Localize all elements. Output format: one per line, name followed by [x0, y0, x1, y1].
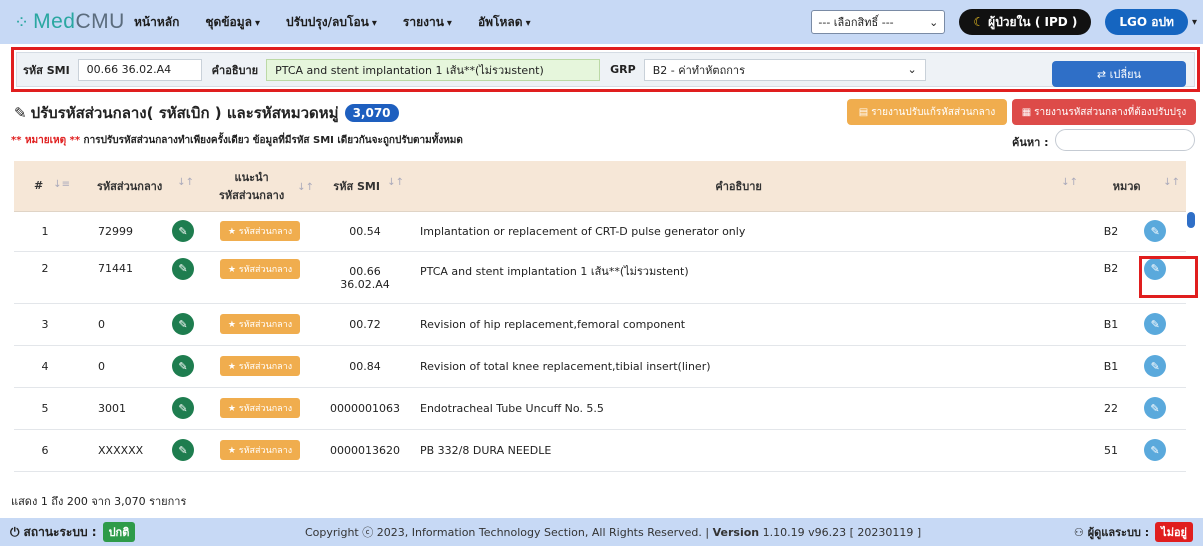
- col-smi[interactable]: รหัส SMI ↓↑: [320, 161, 410, 212]
- suggest-central-button[interactable]: ★ รหัสส่วนกลาง: [219, 356, 301, 376]
- grp-select[interactable]: B2 - ค่าทำหัตถการ ⌄: [643, 58, 926, 81]
- grp-label: GRP: [610, 63, 636, 76]
- admin-status: ⚇ ผู้ดูแลระบบ : ไม่อยู่: [1074, 522, 1193, 542]
- col-category[interactable]: หมวด ↓↑: [1084, 161, 1186, 212]
- search-label: ค้นหา :: [1012, 136, 1049, 149]
- table-row: 5 3001 ✎ ★ รหัสส่วนกลาง 0000001063 Endotr…: [14, 387, 1186, 430]
- smi-label: รหัส SMI: [23, 63, 70, 77]
- suggest-central-button[interactable]: ★ รหัสส่วนกลาง: [219, 440, 301, 460]
- users-icon: ⚇: [1073, 525, 1084, 539]
- chevron-down-icon: ▾: [371, 17, 377, 29]
- admin-badge: ไม่อยู่: [1155, 522, 1193, 542]
- edit-form-highlight: รหัส SMI 00.66 36.02.A4 คำอธิบาย PTCA an…: [11, 47, 1200, 92]
- sort-icon: ↓↑: [177, 176, 194, 188]
- chevron-down-icon: ▾: [255, 17, 261, 29]
- table-row: 6 XXXXXX ✎ ★ รหัสส่วนกลาง 0000013620 PB 3…: [14, 429, 1186, 472]
- change-button[interactable]: ⇄ เปลี่ยน: [1052, 61, 1186, 87]
- chart-icon: ▤: [858, 106, 869, 118]
- note-text: ** หมายเหตุ ** การปรับรหัสส่วนกลางทำเพีย…: [11, 135, 463, 146]
- col-desc[interactable]: คำอธิบาย ↓↑: [410, 161, 1084, 212]
- desc-input[interactable]: PTCA and stent implantation 1 เส้น**(ไม่…: [266, 58, 601, 81]
- report-needed-button[interactable]: ▦ รายงานรหัสส่วนกลางที่ต้องปรับปรุง: [1012, 99, 1196, 125]
- col-num[interactable]: # ↓≡: [14, 161, 76, 212]
- edit-central-button[interactable]: ✎: [172, 355, 194, 377]
- edit-form: รหัส SMI 00.66 36.02.A4 คำอธิบาย PTCA an…: [16, 52, 1195, 87]
- edit-central-button[interactable]: ✎: [172, 439, 194, 461]
- pencil-icon: ✎: [14, 104, 27, 122]
- pagination-info: แสดง 1 ถึง 200 จาก 3,070 รายการ: [11, 495, 187, 508]
- nav-adjust[interactable]: ปรับปรุง/ลบโอน ▾: [286, 13, 377, 32]
- brand-name-b: CMU: [75, 10, 125, 33]
- suggest-central-button[interactable]: ★ รหัสส่วนกลาง: [219, 258, 301, 279]
- edit-category-button[interactable]: ✎: [1144, 439, 1166, 461]
- rights-select[interactable]: --- เลือกสิทธิ์ --- ⌄: [811, 10, 946, 34]
- suggest-central-button[interactable]: ★ รหัสส่วนกลาง: [219, 398, 301, 418]
- search-input[interactable]: [1055, 129, 1195, 151]
- nav-dataset[interactable]: ชุดข้อมูล ▾: [205, 13, 260, 32]
- sort-icon: ↓↑: [297, 181, 314, 193]
- table-scrollbar[interactable]: [1187, 212, 1195, 228]
- dots-logo-icon: ⁘: [14, 11, 30, 33]
- chevron-down-icon[interactable]: ▾: [1192, 17, 1197, 28]
- edit-category-button[interactable]: ✎: [1144, 397, 1166, 419]
- document-icon: ▦: [1021, 106, 1032, 118]
- brand-name-a: Med: [33, 10, 76, 33]
- desc-label: คำอธิบาย: [211, 63, 259, 77]
- smi-input[interactable]: 00.66 36.02.A4: [77, 58, 202, 81]
- sort-icon: ↓↑: [1163, 176, 1180, 188]
- nav-report[interactable]: รายงาน ▾: [403, 13, 452, 32]
- system-status: ⏻ สถานะระบบ : ปกติ: [10, 522, 136, 542]
- edit-central-button[interactable]: ✎: [172, 257, 194, 280]
- nav-upload[interactable]: อัพโหลด ▾: [478, 13, 531, 32]
- sort-icon: ↓↑: [1061, 176, 1078, 188]
- data-table: # ↓≡ รหัสส่วนกลาง ↓↑ ↓↑ แนะนำ รหัสส่วนกลาง ร…: [14, 161, 1186, 481]
- suggest-central-button[interactable]: ★ รหัสส่วนกลาง: [219, 221, 301, 241]
- highlight-box: [1139, 256, 1198, 298]
- col-central[interactable]: รหัสส่วนกลาง ↓↑: [76, 161, 200, 212]
- status-badge: ปกติ: [102, 522, 136, 542]
- edit-central-button[interactable]: ✎: [172, 220, 194, 242]
- chevron-down-icon: ▾: [525, 17, 531, 29]
- chevron-down-icon: ▾: [446, 17, 452, 29]
- sort-icon: ↓≡: [53, 179, 70, 191]
- edit-category-button[interactable]: ✎: [1144, 313, 1167, 335]
- report-adjusted-button[interactable]: ▤ รายงานปรับแก้รหัสส่วนกลาง: [847, 99, 1007, 125]
- edit-central-button[interactable]: ✎: [172, 313, 194, 335]
- edit-central-button[interactable]: ✎: [172, 397, 194, 419]
- patient-mode-button[interactable]: ☾ ผู้ป่วยใน ( IPD ): [959, 9, 1092, 35]
- col-suggest[interactable]: ↓↑ แนะนำ รหัสส่วนกลาง: [200, 161, 320, 212]
- main-menu: หน้าหลัก ชุดข้อมูล ▾ ปรับปรุง/ลบโอน ▾ รายง…: [134, 13, 557, 32]
- top-navbar: ⁘ MedCMU หน้าหลัก ชุดข้อมูล ▾ ปรับปรุง/ลบ…: [0, 0, 1203, 44]
- count-badge: 3,070: [344, 104, 399, 122]
- footer: ⏻ สถานะระบบ : ปกติ Copyright ⓒ 2023, Inf…: [0, 518, 1203, 546]
- table-row: 4 0 ✎ ★ รหัสส่วนกลาง 00.84 Revision of to…: [14, 345, 1186, 388]
- moon-icon: ☾: [973, 15, 985, 29]
- power-icon: ⏻: [10, 524, 20, 539]
- brand-logo[interactable]: ⁘ MedCMU: [14, 10, 134, 34]
- suggest-central-button[interactable]: ★ รหัสส่วนกลาง: [219, 314, 301, 334]
- user-menu-button[interactable]: LGO อปท: [1105, 9, 1188, 35]
- sort-icon: ↓↑: [387, 176, 404, 188]
- nav-home[interactable]: หน้าหลัก: [134, 13, 179, 32]
- copyright-text: Copyright ⓒ 2023, Information Technology…: [305, 526, 922, 539]
- edit-category-button[interactable]: ✎: [1144, 355, 1167, 377]
- page-title: ✎ ปรับรหัสส่วนกลาง( รหัสเบิก ) และรหัสหม…: [14, 101, 399, 125]
- edit-category-button[interactable]: ✎: [1144, 220, 1167, 242]
- table-row: 3 0 ✎ ★ รหัสส่วนกลาง 00.72 Revision of hi…: [14, 303, 1186, 346]
- chevron-down-icon: ⌄: [929, 15, 939, 29]
- chevron-down-icon: ⌄: [907, 63, 917, 76]
- table-row: 1 72999 ✎ ★ รหัสส่วนกลาง 00.54 Implantati…: [14, 211, 1186, 252]
- table-row: 2 71441 ✎ ★ รหัสส่วนกลาง 00.66 36.02.A4 PT…: [14, 251, 1186, 304]
